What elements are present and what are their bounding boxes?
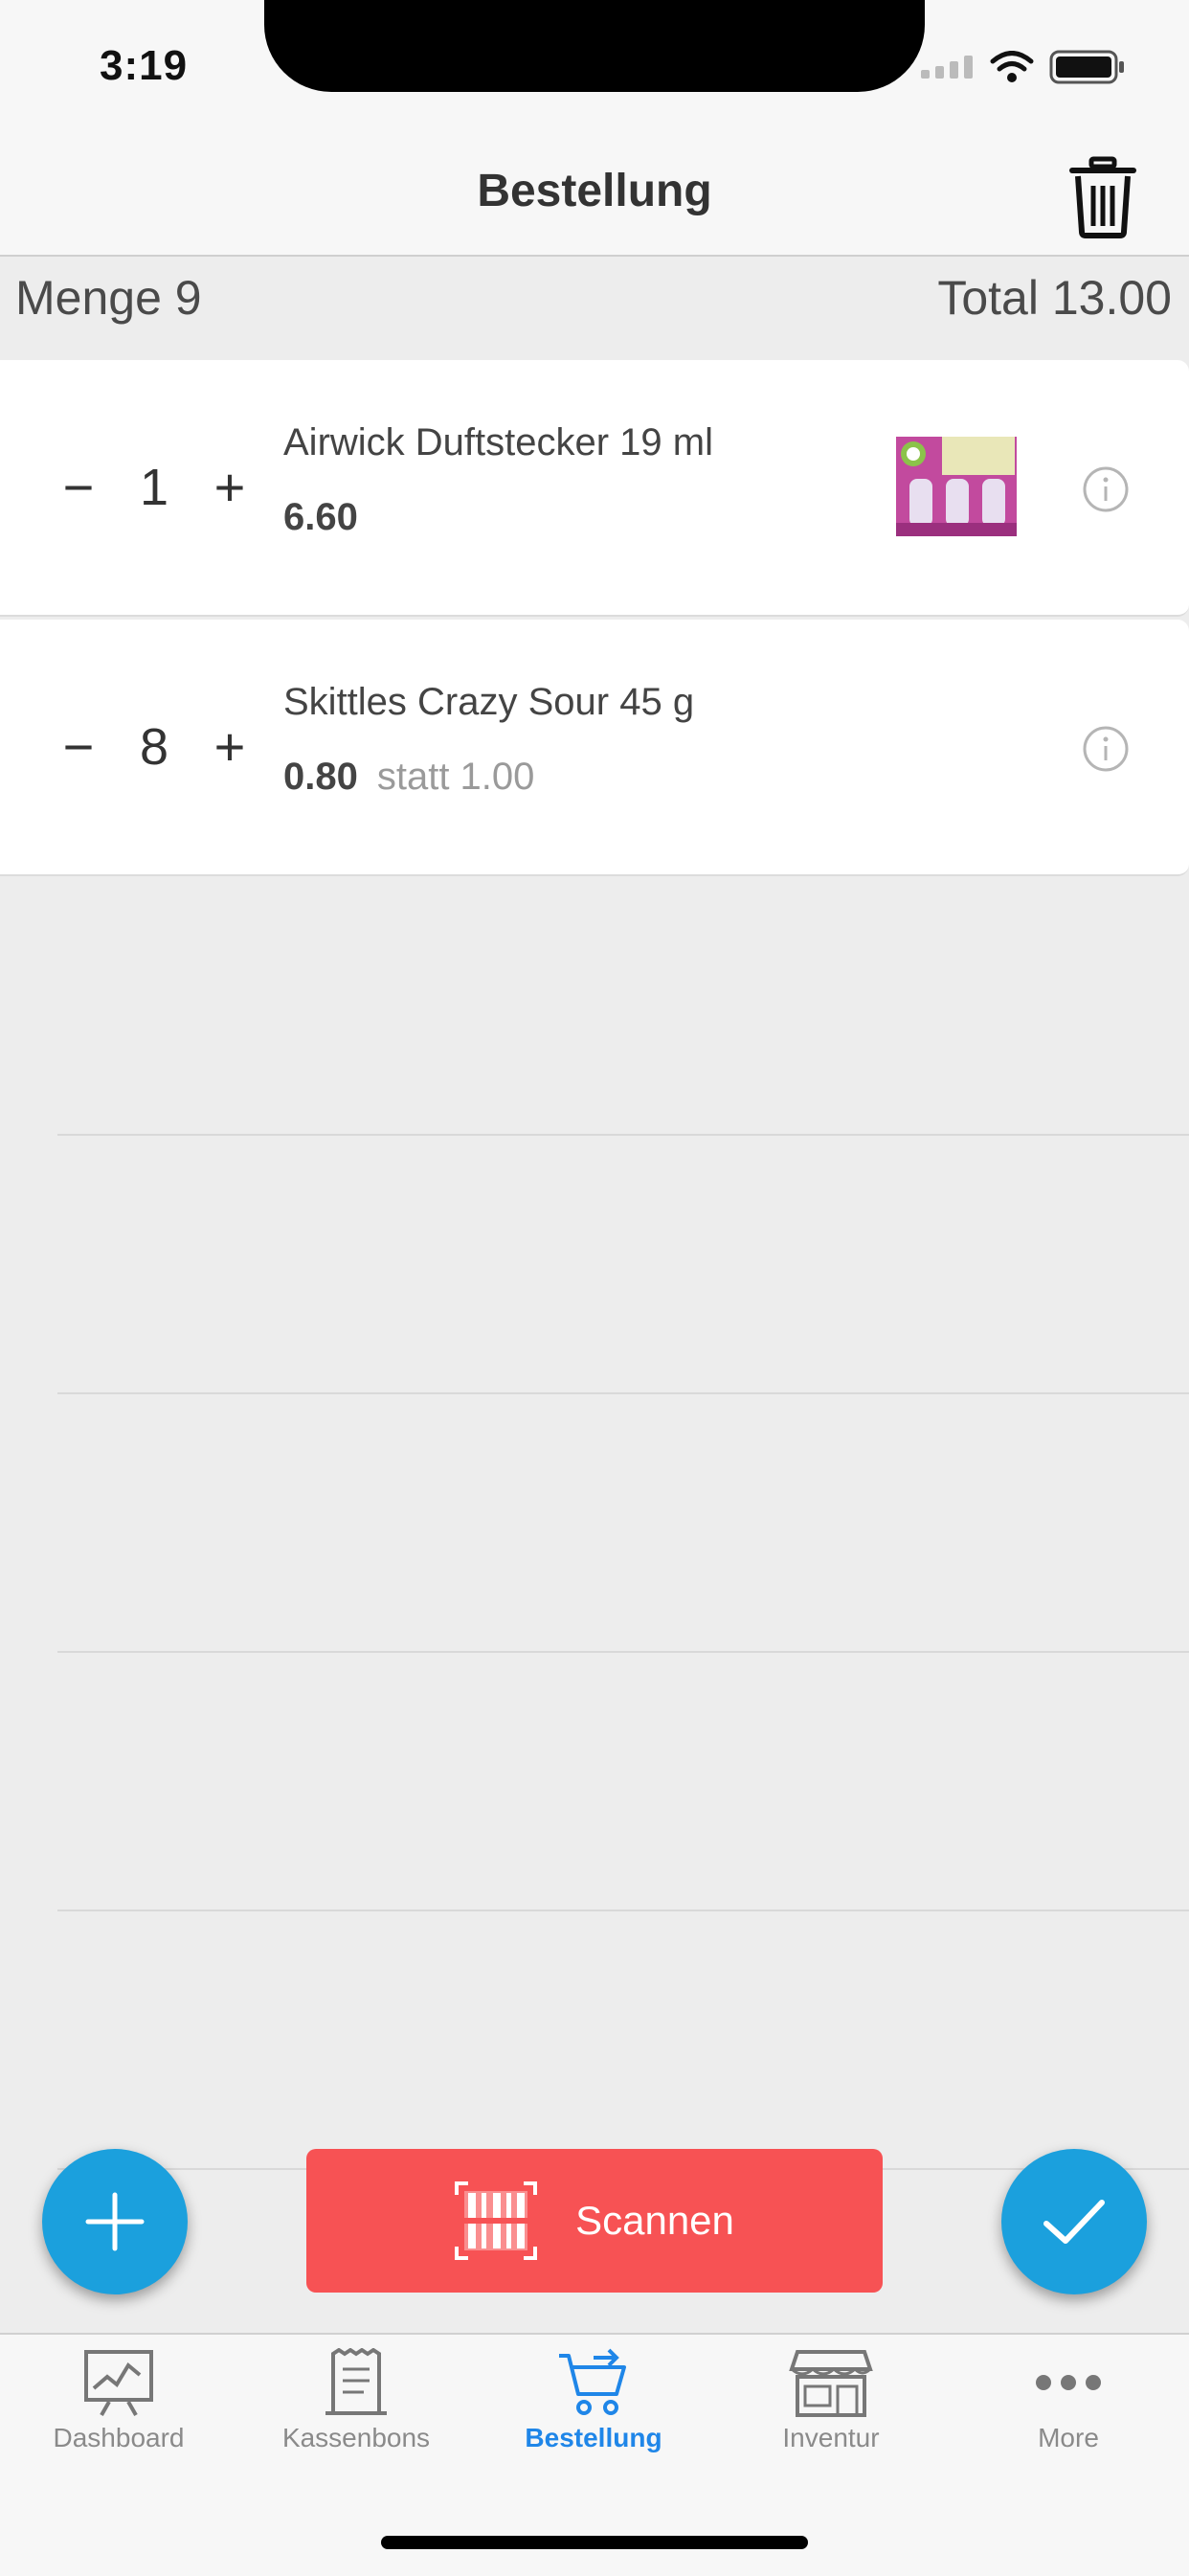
receipt-icon: [325, 2348, 387, 2415]
item-price: 6.60: [283, 496, 358, 538]
delete-order-button[interactable]: [1066, 153, 1139, 239]
row-divider: [57, 1651, 1189, 1653]
page-title: Bestellung: [477, 166, 712, 216]
barcode-scan-icon: [455, 2181, 538, 2260]
item-name: Skittles Crazy Sour 45 g: [283, 681, 695, 723]
order-item[interactable]: − 1 + Airwick Duftstecker 19 ml 6.60: [0, 360, 1189, 617]
add-item-button[interactable]: [42, 2149, 188, 2294]
tab-inventur[interactable]: Inventur: [712, 2348, 950, 2501]
item-price-row: 6.60: [283, 496, 358, 539]
order-summary: Menge 9 Total 13.00: [0, 257, 1189, 356]
tab-kassenbons[interactable]: Kassenbons: [237, 2348, 475, 2501]
quantity-stepper: − 1 +: [54, 360, 255, 615]
home-indicator[interactable]: [381, 2536, 808, 2549]
tab-label: Inventur: [782, 2423, 880, 2452]
item-original-price: statt 1.00: [376, 756, 535, 798]
info-icon[interactable]: [1082, 725, 1130, 773]
status-icons: [921, 50, 1126, 84]
tab-label: More: [1038, 2423, 1099, 2452]
status-bar: 3:19: [0, 0, 1189, 144]
tab-label: Dashboard: [53, 2423, 185, 2452]
tab-dashboard[interactable]: Dashboard: [0, 2348, 237, 2501]
item-quantity: 8: [139, 718, 169, 776]
confirm-order-button[interactable]: [1001, 2149, 1147, 2294]
tab-label: Kassenbons: [281, 2423, 431, 2452]
product-image: [894, 431, 1019, 544]
item-name: Airwick Duftstecker 19 ml: [283, 421, 713, 463]
device-notch: [264, 0, 925, 92]
cart-icon: [559, 2348, 626, 2415]
tab-bestellung[interactable]: Bestellung: [475, 2348, 712, 2501]
row-divider: [57, 1392, 1189, 1394]
store-icon: [789, 2350, 873, 2417]
signal-icon: [921, 56, 973, 79]
quantity-stepper: − 8 +: [54, 620, 255, 874]
trash-icon: [1069, 156, 1136, 238]
status-time: 3:19: [100, 42, 189, 89]
tab-more[interactable]: More: [950, 2348, 1187, 2501]
chart-board-icon: [84, 2350, 153, 2416]
total-amount: Total 13.00: [937, 271, 1172, 325]
more-dots-icon: [1036, 2375, 1101, 2390]
tab-label: Bestellung: [525, 2423, 662, 2452]
row-divider: [57, 1909, 1189, 1911]
navigation-bar: Bestellung: [0, 144, 1189, 257]
wifi-icon: [990, 51, 1034, 82]
decrease-button[interactable]: −: [54, 461, 103, 514]
scan-button[interactable]: Scannen: [306, 2149, 883, 2293]
plus-icon: [85, 2192, 145, 2251]
decrease-button[interactable]: −: [54, 720, 103, 774]
total-quantity: Menge 9: [15, 271, 202, 325]
scan-button-label: Scannen: [575, 2198, 734, 2243]
row-divider: [57, 1134, 1189, 1136]
increase-button[interactable]: +: [205, 720, 255, 774]
item-price: 0.80: [283, 756, 358, 798]
increase-button[interactable]: +: [205, 461, 255, 514]
battery-icon: [1049, 50, 1124, 84]
item-price-row: 0.80 statt 1.00: [283, 756, 534, 799]
item-quantity: 1: [139, 459, 169, 516]
order-item[interactable]: − 8 + Skittles Crazy Sour 45 g 0.80 statt…: [0, 620, 1189, 876]
checkmark-icon: [1043, 2200, 1105, 2244]
info-icon[interactable]: [1082, 465, 1130, 513]
